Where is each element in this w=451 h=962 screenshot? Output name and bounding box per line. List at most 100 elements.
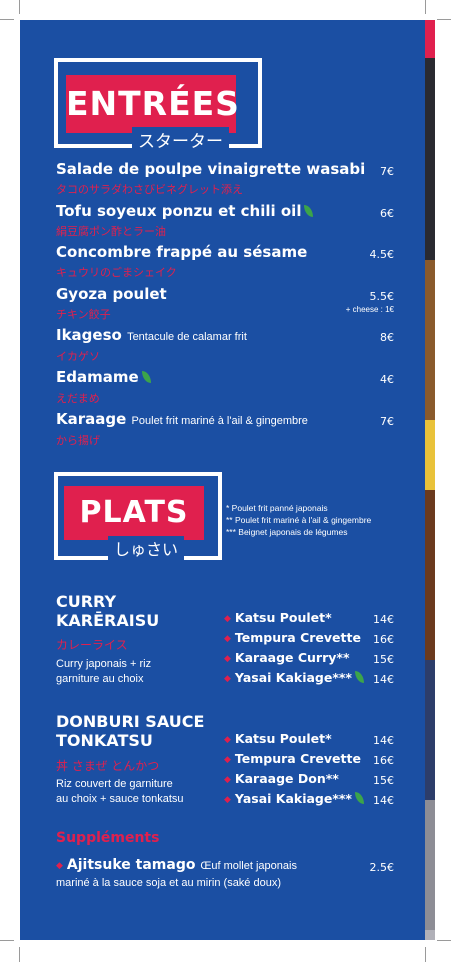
plats-title-jp: しゅさい: [108, 536, 185, 560]
crop-mark: [437, 940, 451, 941]
dish-desc-line: au choix + sauce tonkatsu: [56, 793, 184, 805]
dish-option-price: 14€: [373, 613, 394, 626]
entree-note: + cheese : 1€: [345, 305, 394, 314]
entree-price: 4.5€: [369, 248, 395, 261]
footnote-line: *** Beignet japonais de légumes: [226, 527, 348, 537]
bullet-icon: ◆: [224, 775, 231, 785]
plats-title: PLATS: [64, 486, 204, 540]
leaf-icon: [141, 371, 151, 383]
dish-option: ◆ Katsu Poulet*: [224, 731, 332, 746]
supplement-name: Ajitsuke tamago: [66, 857, 196, 873]
dish-option-price: 16€: [373, 633, 394, 646]
entree-name: Edamame: [56, 368, 151, 386]
supplement-price: 2.5€: [369, 861, 395, 874]
dish-title: DONBURI SAUCE TONKATSU: [56, 712, 204, 750]
entree-name: Ikageso Tentacule de calamar frit: [56, 326, 247, 344]
dish-desc: Riz couvert de garniture au choix + sauc…: [56, 777, 184, 807]
bullet-icon: ◆: [224, 634, 231, 644]
dish-option-price: 15€: [373, 653, 394, 666]
dish-option: ◆ Tempura Crevette: [224, 630, 361, 645]
photo-strip: [425, 20, 435, 940]
entree-name: Karaage Poulet frit mariné à l'ail & gin…: [56, 410, 308, 428]
dish-title-line: TONKATSU: [56, 731, 153, 750]
dish-option: ◆ Yasai Kakiage***: [224, 791, 364, 806]
leaf-icon: [304, 205, 314, 217]
dish-name-jp: カレーライス: [56, 638, 128, 652]
entree-name-text: Ikageso: [56, 326, 122, 344]
bullet-icon: ◆: [224, 755, 231, 765]
crop-mark: [19, 0, 20, 14]
entree-price: 8€: [380, 331, 394, 344]
dish-desc-line: Curry japonais + riz: [56, 658, 152, 670]
dish-option-name: Yasai Kakiage***: [234, 791, 352, 806]
entree-name-jp: えだまめ: [56, 392, 100, 405]
crop-mark: [425, 947, 426, 962]
entree-name: Concombre frappé au sésame: [56, 243, 308, 261]
dish-option: ◆ Karaage Don**: [224, 771, 339, 786]
crop-mark: [19, 947, 20, 962]
dish-name-jp: 丼 さまぜ とんかつ: [56, 759, 160, 773]
entree-desc: Poulet frit mariné à l'ail & gingembre: [131, 415, 308, 427]
dish-option-price: 16€: [373, 754, 394, 767]
dish-title-line: DONBURI SAUCE: [56, 712, 205, 731]
dish-option-name: Yasai Kakiage***: [234, 670, 352, 685]
entree-name-jp: から揚げ: [56, 434, 100, 447]
supplement-desc-line2: mariné à la sauce soja et au mirin (saké…: [56, 877, 281, 889]
bullet-icon: ◆: [224, 735, 231, 745]
entree-name-jp: イカゲソ: [56, 350, 100, 363]
crop-mark: [437, 19, 451, 20]
dish-option-price: 14€: [373, 794, 394, 807]
dish-option: ◆ Katsu Poulet*: [224, 610, 332, 625]
entree-name-jp: チキン餃子: [56, 308, 111, 321]
entree-name-jp: 絹豆腐ポン酢とラー油: [56, 225, 166, 238]
bullet-icon: ◆: [56, 861, 63, 871]
bullet-icon: ◆: [224, 654, 231, 664]
entree-name-jp: タコのサラダわさびビネグレット添え: [56, 183, 243, 196]
dish-option-name: Karaage Curry**: [234, 650, 350, 665]
entree-price: 4€: [380, 373, 394, 386]
dish-title: CURRY KARĒRAISU: [56, 592, 159, 630]
crop-mark: [0, 940, 14, 941]
dish-desc-line: Riz couvert de garniture: [56, 778, 173, 790]
entrees-title: ENTRÉES: [66, 75, 239, 133]
dish-option-name: Karaage Don**: [234, 771, 339, 786]
dish-option-name: Tempura Crevette: [234, 751, 361, 766]
supplement-desc: Œuf mollet japonais: [200, 860, 297, 872]
dish-option-name: Tempura Crevette: [234, 630, 361, 645]
entree-price: 7€: [380, 415, 394, 428]
entree-desc: Tentacule de calamar frit: [127, 331, 247, 343]
dish-option: ◆ Tempura Crevette: [224, 751, 361, 766]
entree-name-text: Tofu soyeux ponzu et chili oil: [56, 202, 302, 220]
entrees-title-jp: スターター: [132, 127, 229, 152]
leaf-icon: [354, 792, 364, 804]
dish-title-line: KARĒRAISU: [56, 611, 160, 630]
supplements-title: Suppléments: [56, 830, 160, 846]
entree-name-jp: キュウリのごまシェイク: [56, 266, 177, 279]
color-bar: [425, 930, 435, 940]
entree-name-text: Edamame: [56, 368, 139, 386]
entree-price: 7€: [380, 165, 394, 178]
dish-option: ◆ Yasai Kakiage***: [224, 670, 364, 685]
bullet-icon: ◆: [224, 795, 231, 805]
footnote-line: * Poulet frit panné japonais: [226, 503, 328, 513]
crop-mark: [425, 0, 426, 14]
entree-name: Salade de poulpe vinaigrette wasabi: [56, 160, 366, 178]
dish-option-name: Katsu Poulet*: [234, 731, 332, 746]
entree-price: 5.5€: [369, 290, 395, 303]
dish-option: ◆ Karaage Curry**: [224, 650, 349, 665]
dish-option-name: Katsu Poulet*: [234, 610, 332, 625]
dish-title-line: CURRY: [56, 592, 117, 611]
dish-option-price: 15€: [373, 774, 394, 787]
supplement-item: ◆ Ajitsuke tamago Œuf mollet japonais: [56, 857, 297, 873]
plats-footnotes: * Poulet frit panné japonais ** Poulet f…: [226, 502, 371, 538]
entree-price: 6€: [380, 207, 394, 220]
bullet-icon: ◆: [224, 674, 231, 684]
dish-desc: Curry japonais + riz garniture au choix: [56, 657, 151, 687]
crop-mark: [0, 19, 14, 20]
entree-name: Tofu soyeux ponzu et chili oil: [56, 202, 314, 220]
menu-panel: ENTRÉES スターター Salade de poulpe vinaigret…: [20, 20, 425, 940]
dish-option-price: 14€: [373, 734, 394, 747]
footnote-line: ** Poulet frit mariné à l'ail & gingembr…: [226, 515, 372, 525]
entree-name-text: Karaage: [56, 410, 127, 428]
leaf-icon: [354, 671, 364, 683]
